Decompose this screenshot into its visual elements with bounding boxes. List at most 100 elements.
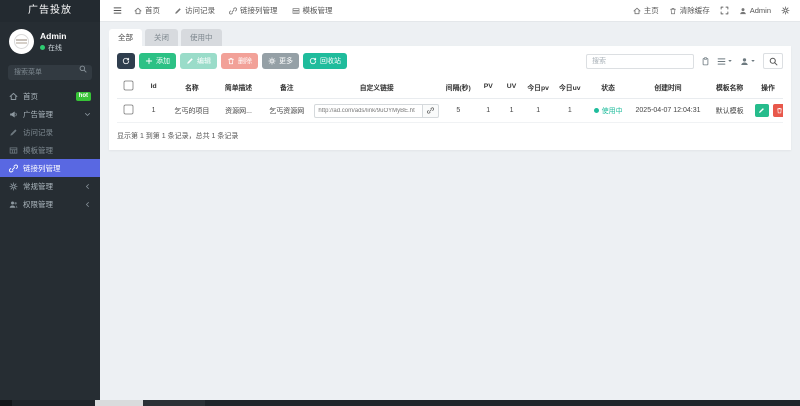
custom-link-input[interactable]	[314, 103, 423, 118]
main-area: 首页 访问记录 链接列管理 模板管理 主页 清除缓存 Admin 全部 关闭 使…	[100, 0, 800, 400]
row-checkbox[interactable]	[123, 104, 134, 115]
chevron-left-icon	[86, 183, 89, 189]
chevron-left-icon	[86, 201, 89, 207]
col-header-operation: 操作	[752, 75, 783, 99]
select-all-checkbox[interactable]	[123, 80, 134, 91]
sidebar-item-visit-records[interactable]: 访问记录	[0, 123, 100, 141]
app-window: 广告投放 Admin 在线 首页 hot 广告管理	[0, 0, 800, 400]
pencil-icon	[175, 7, 181, 14]
refresh-icon	[309, 57, 317, 65]
expand-icon	[720, 6, 729, 15]
col-header-uv[interactable]: UV	[499, 75, 524, 99]
pagination-info: 显示第 1 到第 1 条记录，总共 1 条记录	[117, 133, 239, 140]
toggle-view-button[interactable]	[701, 56, 710, 66]
col-header-name[interactable]: 名称	[166, 75, 217, 99]
users-icon	[9, 201, 18, 208]
user-name: Admin	[40, 30, 67, 41]
col-header-interval[interactable]: 间隔(秒)	[439, 75, 477, 99]
bullhorn-icon	[9, 110, 17, 118]
pencil-icon	[10, 128, 17, 136]
status-dot	[593, 108, 599, 113]
sidebar-search	[8, 61, 92, 80]
pencil-icon	[187, 58, 193, 64]
cell-template: 默认模板	[706, 98, 753, 123]
online-status-dot	[40, 45, 45, 50]
cell-status: 使用中	[586, 98, 630, 123]
clear-cache-button[interactable]: 清除缓存	[669, 5, 710, 16]
link-icon	[229, 7, 237, 14]
fullscreen-button[interactable]	[720, 6, 729, 15]
sidebar-item-label: 广告管理	[23, 109, 53, 119]
col-header-id[interactable]: Id	[140, 75, 167, 99]
cell-interval: 5	[439, 98, 477, 123]
table-icon	[9, 146, 18, 154]
sidebar-item-home[interactable]: 首页 hot	[0, 87, 100, 105]
records-table: Id 名称 简单描述 备注 自定义链接 间隔(秒) PV UV 今日pv 今日u…	[117, 75, 783, 123]
col-header-today-uv[interactable]: 今日uv	[553, 75, 587, 99]
table-row[interactable]: 1 乞丐的项目 资源网... 乞丐资源网 http://ad.com/ads/l…	[117, 98, 783, 123]
topnav-visit-records[interactable]: 访问记录	[167, 0, 222, 21]
col-header-today-pv[interactable]: 今日pv	[523, 75, 554, 99]
avatar[interactable]	[9, 29, 34, 54]
sidebar-item-template-management[interactable]: 模板管理	[0, 141, 100, 159]
col-header-template[interactable]: 模板名称	[706, 75, 753, 99]
edit-button[interactable]: 编辑	[180, 53, 217, 69]
app-title: 广告投放	[0, 0, 100, 22]
topnav-template-management[interactable]: 模板管理	[285, 0, 340, 21]
cell-note: 乞丐资源网	[260, 98, 314, 123]
col-header-status[interactable]: 状态	[586, 75, 630, 99]
col-header-created[interactable]: 创建时间	[629, 75, 707, 99]
hamburger-menu-button[interactable]	[108, 6, 127, 15]
delete-button[interactable]: 删除	[221, 53, 258, 69]
settings-button[interactable]	[781, 6, 790, 15]
home-icon	[134, 7, 142, 14]
home-icon	[633, 7, 641, 14]
tab-closed[interactable]: 关闭	[145, 29, 178, 46]
sidebar-item-general-management[interactable]: 常规管理	[0, 177, 100, 195]
tab-in-use[interactable]: 使用中	[181, 29, 222, 46]
content-area: 全部 关闭 使用中 添加 编辑 删除 更多 回收站 搜索 Id 名称 简单描述 …	[100, 22, 800, 400]
user-icon	[739, 7, 746, 14]
copy-link-button[interactable]	[422, 103, 439, 118]
refresh-button[interactable]	[117, 53, 135, 69]
user-status-label: 在线	[48, 44, 62, 52]
topbar-username: Admin	[749, 6, 771, 15]
sidebar-item-label: 权限管理	[23, 199, 53, 209]
sidebar-item-label: 常规管理	[23, 181, 53, 191]
columns-dropdown-button[interactable]	[717, 57, 733, 66]
sidebar-item-label: 模板管理	[23, 145, 53, 155]
sidebar-item-ad-management[interactable]: 广告管理	[0, 105, 100, 123]
table-search-input[interactable]	[586, 53, 694, 69]
topnav-link-management[interactable]: 链接列管理	[222, 0, 285, 21]
topbar: 首页 访问记录 链接列管理 模板管理 主页 清除缓存 Admin	[100, 0, 800, 22]
col-header-desc[interactable]: 简单描述	[216, 75, 261, 99]
status-badge: 使用中	[593, 106, 623, 116]
sidebar-item-link-management[interactable]: 链接列管理	[0, 159, 100, 177]
col-header-pv[interactable]: PV	[476, 75, 500, 99]
table-card: 添加 编辑 删除 更多 回收站 搜索 Id 名称 简单描述 备注 自定义链接 间…	[109, 46, 791, 150]
row-delete-button[interactable]	[772, 104, 783, 117]
col-header-custom-link[interactable]: 自定义链接	[313, 75, 440, 99]
chevron-down-icon	[85, 112, 90, 116]
trash-icon	[228, 58, 234, 65]
search-button[interactable]	[763, 53, 783, 69]
clipboard-icon	[702, 56, 709, 65]
row-edit-button[interactable]	[754, 104, 769, 117]
cell-pv: 1	[476, 98, 500, 123]
export-dropdown-button[interactable]	[740, 57, 756, 66]
cell-desc: 资源网...	[216, 98, 261, 123]
topnav-home[interactable]: 首页	[127, 0, 167, 21]
homepage-button[interactable]: 主页	[633, 5, 659, 16]
search-icon	[769, 57, 777, 65]
tab-all[interactable]: 全部	[109, 29, 142, 46]
cell-name: 乞丐的项目	[166, 98, 217, 123]
add-button[interactable]: 添加	[139, 53, 176, 69]
gear-icon	[781, 6, 790, 15]
recycle-bin-button[interactable]: 回收站	[303, 53, 347, 69]
user-menu[interactable]: Admin	[739, 6, 771, 15]
sidebar-menu: 首页 hot 广告管理 访问记录 模板管理 链接列管理 常规管理 权限管理	[0, 87, 100, 213]
sidebar-item-permission-management[interactable]: 权限管理	[0, 195, 100, 213]
col-header-note[interactable]: 备注	[260, 75, 314, 99]
list-icon	[717, 57, 726, 65]
more-button[interactable]: 更多	[262, 53, 299, 69]
